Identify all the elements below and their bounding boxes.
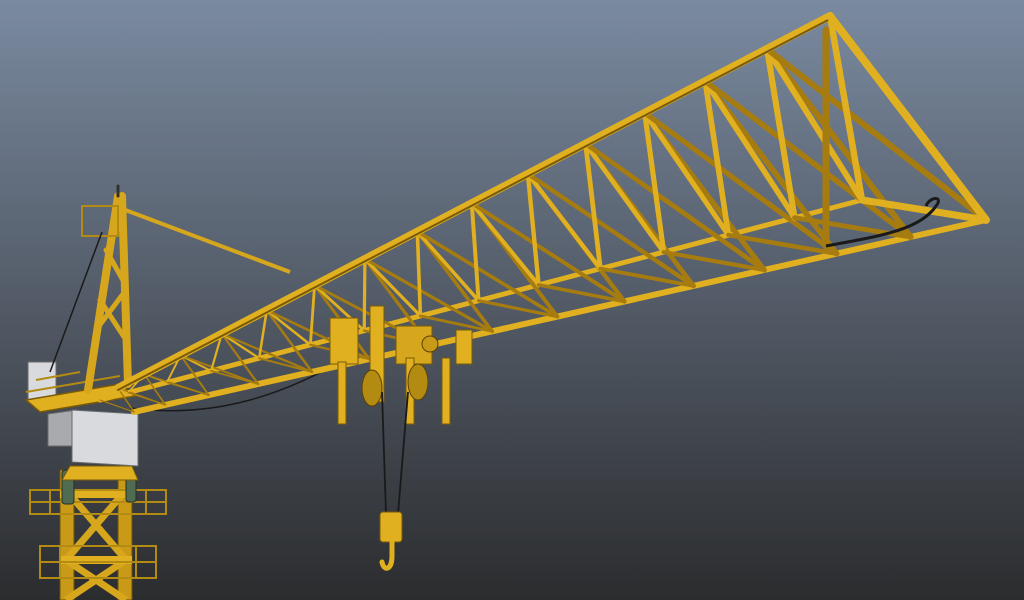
trolley-sheave — [407, 363, 429, 401]
jib-lattice-member — [362, 257, 367, 333]
trolley-sheave — [361, 369, 383, 407]
viewport-background — [0, 0, 1024, 600]
3d-viewport[interactable] — [0, 0, 1024, 600]
crane-scene — [0, 0, 1024, 600]
